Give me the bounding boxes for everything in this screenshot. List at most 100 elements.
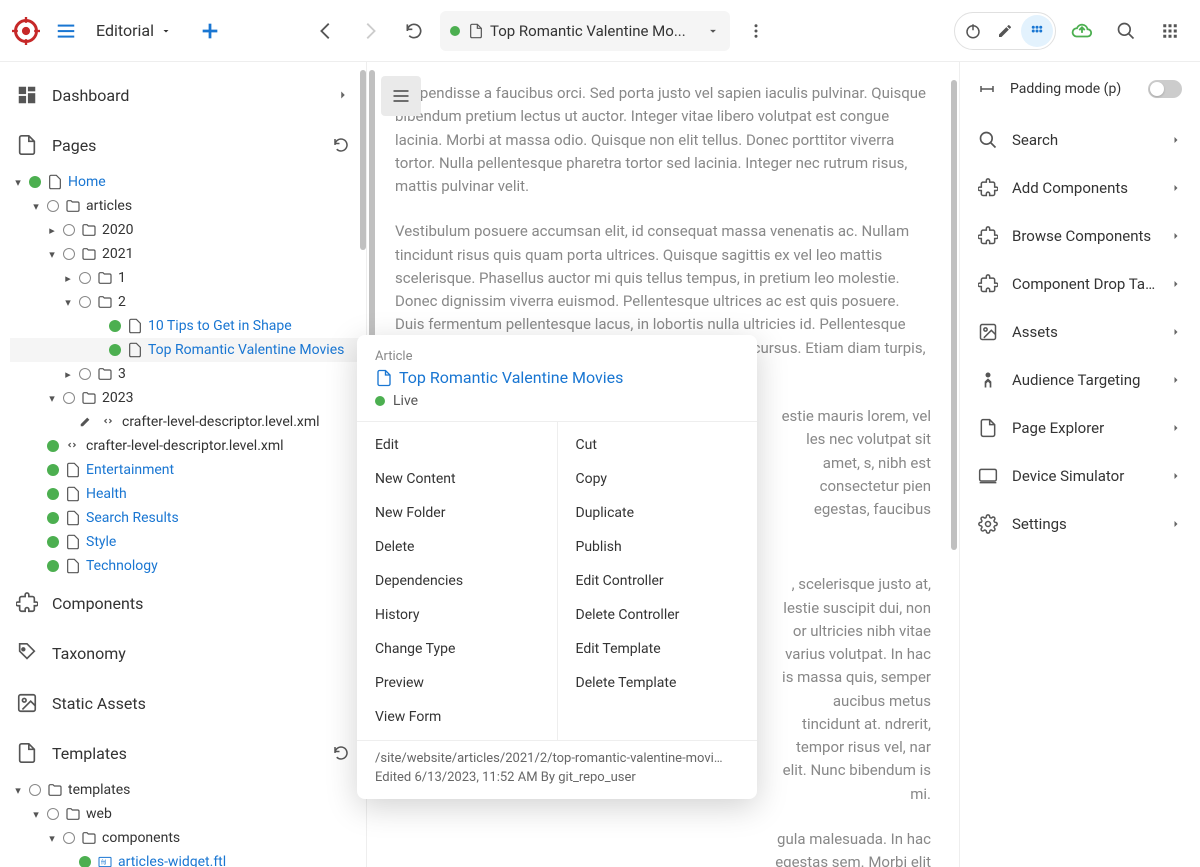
apps-icon[interactable] [1152, 13, 1188, 49]
rp-page-explorer[interactable]: Page Explorer [960, 404, 1200, 452]
cm-delete-controller[interactable]: Delete Controller [558, 598, 758, 632]
breadcrumb[interactable]: Top Romantic Valentine Mo... [440, 11, 730, 51]
tree-label[interactable]: Top Romantic Valentine Movies [148, 342, 344, 358]
tree-label[interactable]: Health [86, 486, 127, 502]
expand-icon[interactable]: ▸ [60, 368, 76, 381]
tree-label[interactable]: web [86, 806, 112, 822]
search-icon[interactable] [1108, 13, 1144, 49]
cm-new-folder[interactable]: New Folder [357, 496, 557, 530]
collapse-icon[interactable]: ▾ [10, 176, 26, 189]
tree-label[interactable]: 2 [118, 294, 126, 310]
rp-audience-targeting[interactable]: Audience Targeting [960, 356, 1200, 404]
padding-mode-toggle[interactable] [1148, 80, 1182, 98]
nav-dashboard[interactable]: Dashboard [0, 70, 366, 120]
nav-templates[interactable]: Templates [0, 728, 366, 778]
collapse-icon[interactable]: ▾ [44, 248, 60, 261]
tree-label[interactable]: crafter-level-descriptor.level.xml [86, 438, 284, 454]
scrollbar[interactable] [360, 70, 366, 250]
refresh-icon[interactable] [332, 136, 350, 154]
tree-label[interactable]: crafter-level-descriptor.level.xml [122, 414, 320, 430]
tree-node-articles[interactable]: ▾ articles [10, 194, 366, 218]
expand-icon[interactable]: ▸ [60, 272, 76, 285]
tree-label[interactable]: 2021 [102, 246, 133, 262]
cm-copy[interactable]: Copy [558, 462, 758, 496]
rp-settings[interactable]: Settings [960, 500, 1200, 548]
tree-node-2020[interactable]: ▸2020 [10, 218, 366, 242]
collapse-icon[interactable]: ▾ [44, 392, 60, 405]
tree-node-tips[interactable]: 10 Tips to Get in Shape [10, 314, 366, 338]
nav-static-assets[interactable]: Static Assets [0, 678, 366, 728]
nav-components[interactable]: Components [0, 578, 366, 628]
collapse-icon[interactable]: ▾ [10, 784, 26, 797]
tree-node-style[interactable]: Style [10, 530, 366, 554]
rp-assets[interactable]: Assets [960, 308, 1200, 356]
pencil-icon[interactable] [989, 15, 1021, 47]
tree-node-2021[interactable]: ▾ 2021 [10, 242, 366, 266]
back-button[interactable] [308, 13, 344, 49]
create-button[interactable] [192, 13, 228, 49]
collapse-icon[interactable]: ▾ [28, 808, 44, 821]
tree-node-month1[interactable]: ▸1 [10, 266, 366, 290]
tree-node-articles-widget[interactable]: ftlarticles-widget.ftl [10, 850, 366, 867]
expand-icon[interactable]: ▸ [44, 224, 60, 237]
tree-label[interactable]: Home [68, 174, 106, 190]
tree-node-templates-root[interactable]: ▾ templates [10, 778, 366, 802]
refresh-icon[interactable] [332, 744, 350, 762]
tree-node-technology[interactable]: Technology [10, 554, 366, 578]
cm-delete-template[interactable]: Delete Template [558, 666, 758, 700]
forward-button[interactable] [352, 13, 388, 49]
site-selector[interactable]: Editorial [88, 17, 180, 44]
rp-browse-components[interactable]: Browse Components [960, 212, 1200, 260]
tree-node-web[interactable]: ▾ web [10, 802, 366, 826]
menu-icon[interactable] [48, 13, 84, 49]
tree-label[interactable]: 2023 [102, 390, 133, 406]
publish-icon[interactable] [1064, 13, 1100, 49]
tree-node-search-results[interactable]: Search Results [10, 506, 366, 530]
cm-publish[interactable]: Publish [558, 530, 758, 564]
tree-label[interactable]: Technology [86, 558, 158, 574]
tree-node-entertainment[interactable]: Entertainment [10, 458, 366, 482]
rp-device-simulator[interactable]: Device Simulator [960, 452, 1200, 500]
tree-node-2023[interactable]: ▾ 2023 [10, 386, 366, 410]
tree-label[interactable]: Search Results [86, 510, 179, 526]
tree-label[interactable]: Entertainment [86, 462, 174, 478]
collapse-icon[interactable]: ▾ [60, 296, 76, 309]
rp-drop-targets[interactable]: Component Drop Ta… [960, 260, 1200, 308]
tree-node-home[interactable]: ▾ Home [10, 170, 366, 194]
collapse-icon[interactable]: ▾ [28, 200, 44, 213]
move-icon[interactable] [1021, 15, 1053, 47]
cm-cut[interactable]: Cut [558, 428, 758, 462]
collapse-icon[interactable]: ▾ [44, 832, 60, 845]
tree-node-components-folder[interactable]: ▾ components [10, 826, 366, 850]
tree-label[interactable]: articles-widget.ftl [118, 854, 226, 867]
tree-label[interactable]: 1 [118, 270, 126, 286]
cm-view-form[interactable]: View Form [357, 700, 557, 734]
cm-edit[interactable]: Edit [357, 428, 557, 462]
rp-search[interactable]: Search [960, 116, 1200, 164]
cm-edit-template[interactable]: Edit Template [558, 632, 758, 666]
cm-preview[interactable]: Preview [357, 666, 557, 700]
cm-new-content[interactable]: New Content [357, 462, 557, 496]
rp-add-components[interactable]: Add Components [960, 164, 1200, 212]
tree-node-crafter1[interactable]: crafter-level-descriptor.level.xml [10, 410, 366, 434]
cm-history[interactable]: History [357, 598, 557, 632]
cm-dependencies[interactable]: Dependencies [357, 564, 557, 598]
tree-label[interactable]: articles [86, 198, 132, 214]
cm-edit-controller[interactable]: Edit Controller [558, 564, 758, 598]
nav-taxonomy[interactable]: Taxonomy [0, 628, 366, 678]
scrollbar[interactable] [951, 80, 957, 550]
more-options-button[interactable] [738, 13, 774, 49]
refresh-button[interactable] [396, 13, 432, 49]
preview-menu-button[interactable] [381, 76, 421, 116]
tree-label[interactable]: components [102, 830, 180, 846]
nav-pages[interactable]: Pages [0, 120, 366, 170]
tree-node-month3[interactable]: ▸3 [10, 362, 366, 386]
tree-node-health[interactable]: Health [10, 482, 366, 506]
cm-duplicate[interactable]: Duplicate [558, 496, 758, 530]
tree-node-month2[interactable]: ▾2 [10, 290, 366, 314]
cm-delete[interactable]: Delete [357, 530, 557, 564]
tree-label[interactable]: 3 [118, 366, 126, 382]
tree-label[interactable]: Style [86, 534, 116, 550]
tree-label[interactable]: templates [68, 782, 130, 798]
tree-label[interactable]: 10 Tips to Get in Shape [148, 318, 292, 334]
